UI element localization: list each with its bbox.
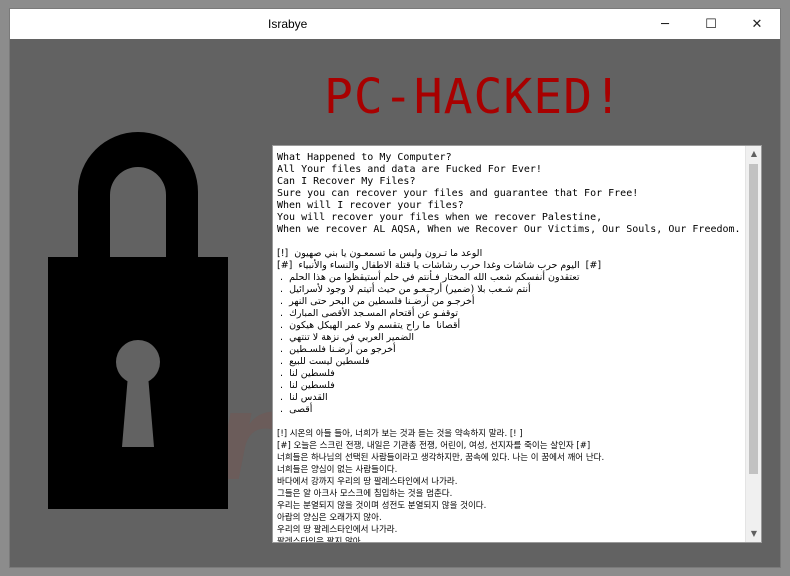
note-line: 너희들은 하나님의 선택된 사람들이라고 생각하지만, 꿈속에 있다. 나는 이… [277,453,605,463]
note-line: . فلسطين لنا [277,380,335,391]
note-line: [!] الوعد ما تـرون وليس ما تسمعـون يا بن… [277,248,483,259]
note-line: . فلسطين ليست للبيع [277,356,370,367]
maximize-button[interactable]: ☐ [688,9,734,39]
note-line: . تعتقدون أنفسكم شعب الله المختار فـأنتم… [277,272,580,283]
headline: PC-HACKED! [324,69,623,125]
scroll-up-icon[interactable]: ▲ [746,146,761,162]
note-line: 우리의 땅 팔레스타인에서 나가라. [277,525,398,535]
padlock-icon [48,132,228,509]
note-line: Sure you can recover your files and guar… [277,188,639,199]
window-title: Israbye [268,17,308,31]
note-line: When we recover AL AQSA, When we Recover… [277,224,741,235]
note-line: [#] اليوم حرب شاشات وغدا حرب رشاشات يا ق… [277,260,602,271]
note-line [277,236,745,248]
window-controls: ─ ☐ ✕ [642,9,780,39]
note-line: . توقفـو عن أقتحام المسـجد الأقصى المبار… [277,308,459,319]
note-line: [#] 오늘은 스크린 전쟁, 내일은 기관총 전쟁, 어린이, 여성, 선지자… [277,441,591,451]
note-line: What Happened to My Computer? [277,152,452,163]
scroll-down-icon[interactable]: ▼ [746,526,761,542]
note-line: 팔레스타인은 팔지 않아. [277,537,364,542]
note-line: 그들은 알 아크사 모스크에 침입하는 것을 멈춘다. [277,489,453,499]
note-line: 아랍의 양심은 오래가지 않아. [277,513,382,523]
note-line [277,416,745,428]
note-line: . أخرجـو من أرضـنا فلسطين من البحر حتى ا… [277,296,475,307]
minimize-button[interactable]: ─ [642,9,688,39]
note-line: . أخرجو من أرضـنا فلسـطين [277,344,396,355]
note-line: 너희들은 양심이 없는 사람들이다. [277,465,398,475]
title-bar[interactable]: Israbye ─ ☐ ✕ [10,9,780,39]
note-line: 바다에서 강까지 우리의 땅 팔레스타인에서 나가라. [277,477,458,487]
note-line: . أنتم شـعب بلا (ضمير) أرجـعـو من حيث أت… [277,284,531,295]
note-line: All Your files and data are Fucked For E… [277,164,542,175]
ransom-note: What Happened to My Computer? All Your fi… [272,145,762,543]
ransom-note-text[interactable]: What Happened to My Computer? All Your fi… [273,146,745,542]
note-line: When will I recover your files? [277,200,464,211]
note-line: [!] 시온의 아들 들아, 너희가 보는 것과 듣는 것을 약속하지 말라. … [277,429,523,439]
note-line: Can I Recover My Files? [277,176,416,187]
note-line: . أقصانا ما راح يتقسم ولا عمر الهيكل هيك… [277,320,461,331]
window-content: PCrisk PC-HACKED! What Happened to My Co… [10,39,780,567]
close-button[interactable]: ✕ [734,9,780,39]
note-line: . فلسطين لنا [277,368,335,379]
vertical-scrollbar[interactable]: ▲ ▼ [745,146,761,542]
note-line: You will recover your files when we reco… [277,212,603,223]
scrollbar-thumb[interactable] [749,164,758,474]
note-line: . الضمير العربي في نزهة لا تنتهي [277,332,415,343]
note-line: 우리는 분열되지 않을 것이며 성전도 분열되지 않을 것이다. [277,501,487,511]
ransom-window: Israbye ─ ☐ ✕ PCrisk PC-HACKED! What Hap… [9,8,781,568]
note-line: . أقصى [277,404,313,415]
note-line: . القدس لنا [277,392,328,403]
